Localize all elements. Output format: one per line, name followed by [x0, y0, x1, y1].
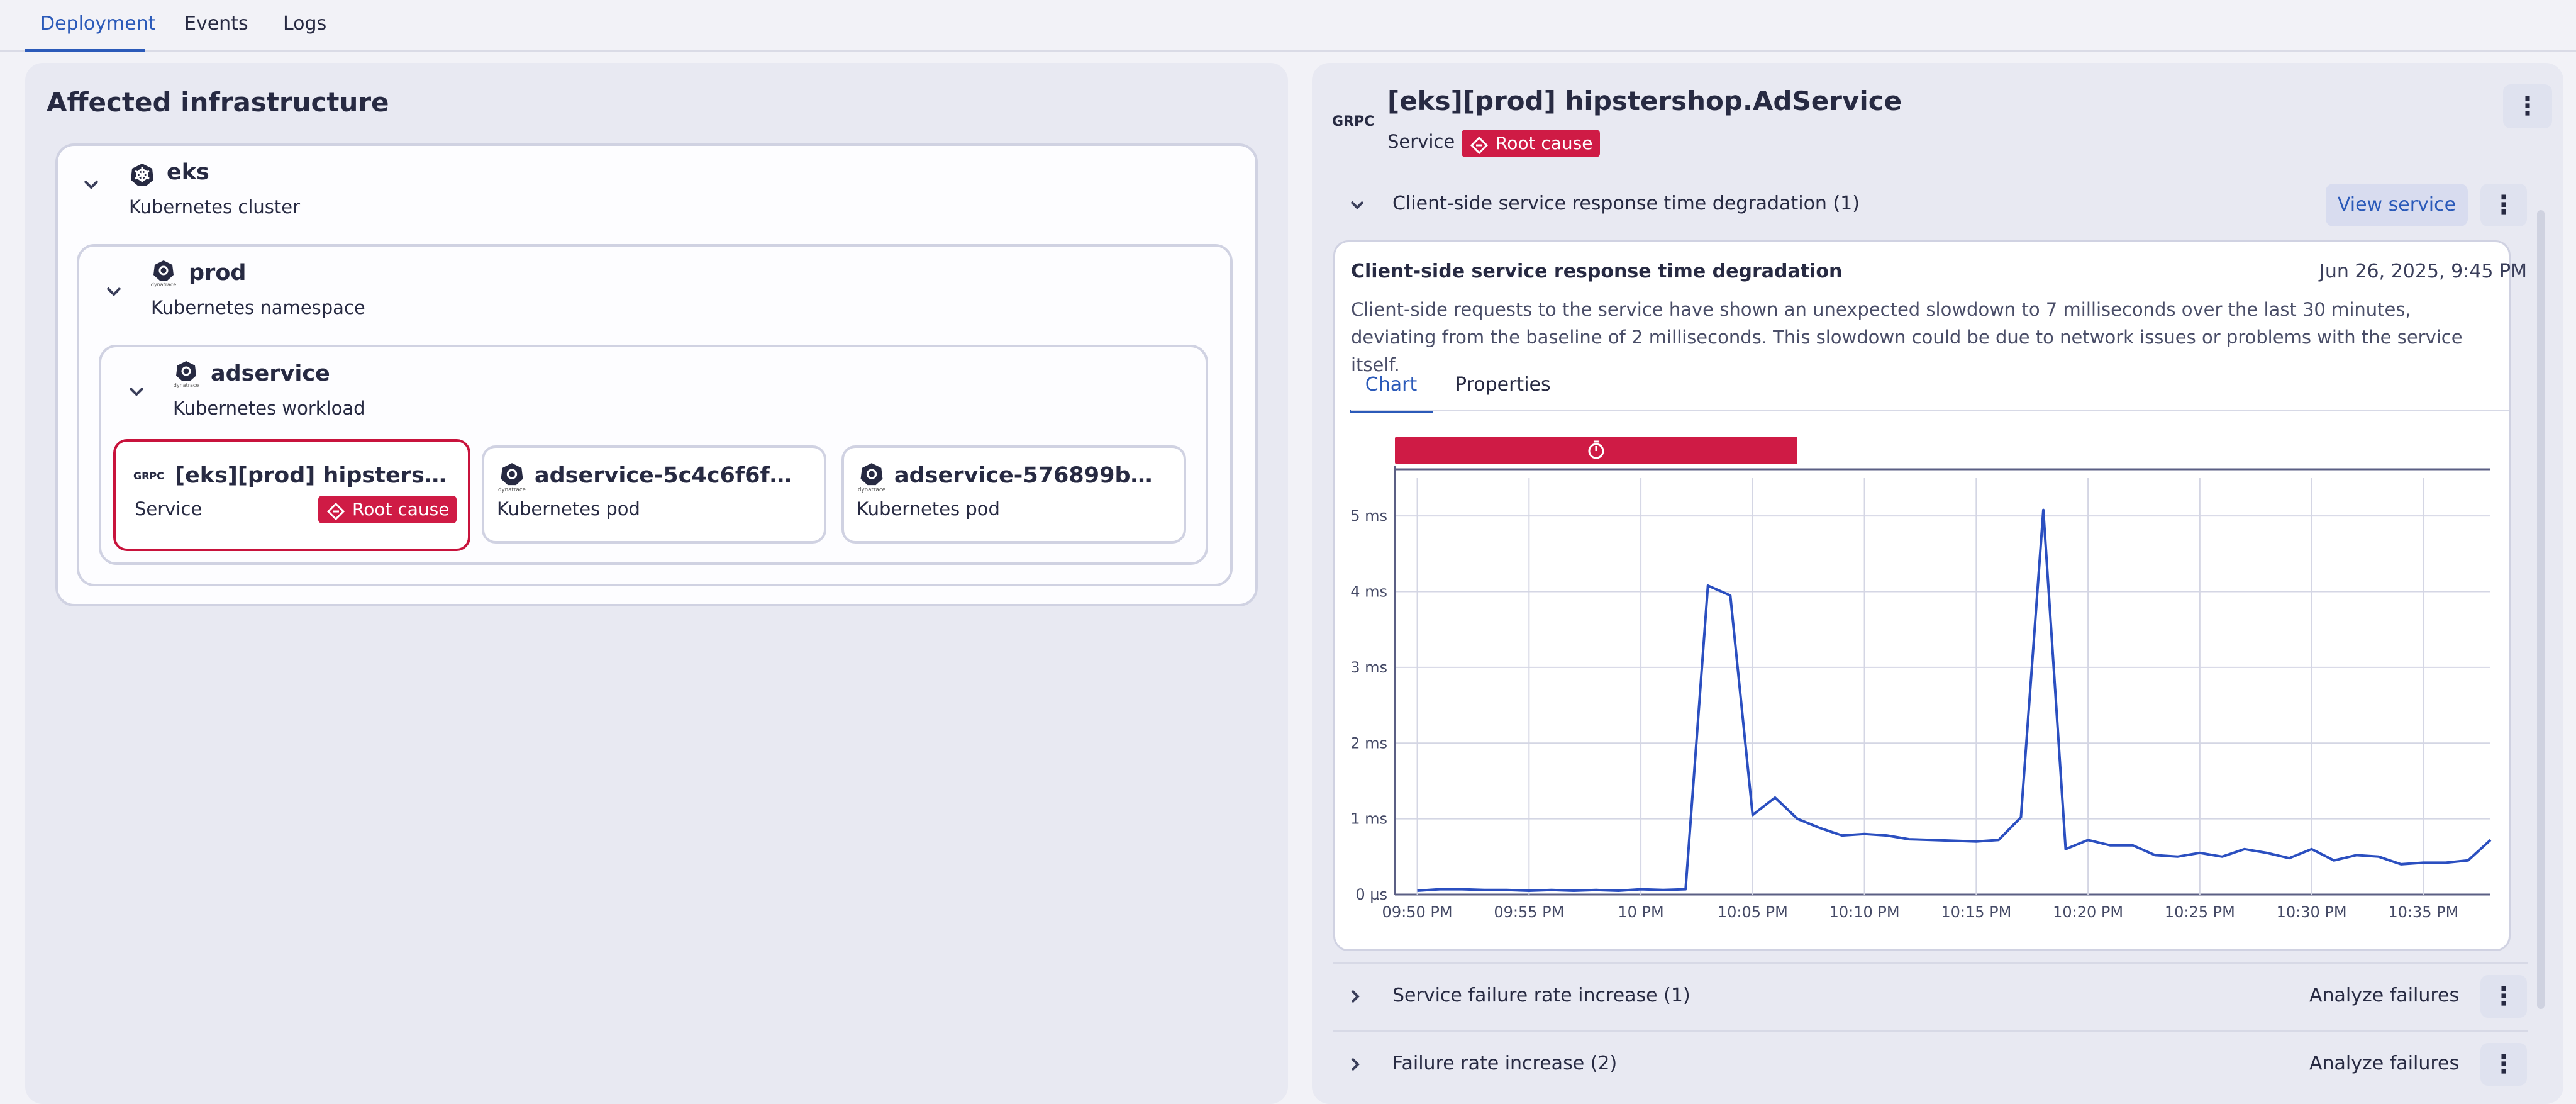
more-vertical-icon: ⋮: [2491, 191, 2516, 220]
x-tick-label: 10:10 PM: [1829, 903, 1900, 921]
more-vertical-icon: ⋮: [2491, 1050, 2516, 1079]
section2-title[interactable]: Service failure rate increase (1): [1392, 984, 1690, 1006]
workload-type: Kubernetes workload: [173, 398, 365, 419]
x-tick-label: 10:05 PM: [1718, 903, 1788, 921]
x-tick-label: 10:20 PM: [2053, 903, 2123, 921]
tab-events[interactable]: Events: [184, 0, 253, 49]
service-card-title: [eks][prod] hipstershop.AdService: [175, 463, 452, 488]
series-line: [1417, 508, 2492, 892]
root-cause-icon: [1470, 135, 1489, 162]
y-tick-label: 0 µs: [1355, 886, 1387, 903]
section2-chevron-right-icon[interactable]: [1351, 989, 1360, 1006]
pod-card[interactable]: dynatrace adservice-576899bbb7- Kubernet…: [841, 445, 1186, 544]
root-cause-badge: Root cause: [1462, 130, 1601, 157]
section1-chevron-down-icon[interactable]: [1350, 200, 1365, 212]
tab-events-label: Events: [184, 13, 248, 35]
pod-card-title: adservice-5c4c6f6f7-q8: [535, 463, 805, 488]
service-card[interactable]: GRPC [eks][prod] hipstershop.AdService S…: [113, 439, 470, 551]
section-divider: [1333, 962, 2528, 964]
icon-sublabel: dynatrace: [151, 282, 177, 287]
left-panel-title: Affected infrastructure: [47, 87, 389, 118]
grpc-icon-label: GRPC: [1332, 114, 1374, 130]
x-tick-label: 09:50 PM: [1382, 903, 1453, 921]
analyze-failures-button[interactable]: Analyze failures: [2309, 1052, 2459, 1074]
icon-sublabel: dynatrace: [174, 382, 199, 388]
scrollbar[interactable]: [2537, 210, 2545, 1009]
tab-deployment[interactable]: Deployment: [25, 0, 156, 52]
y-tick-label: 2 ms: [1350, 734, 1387, 752]
entity-type: Service: [1387, 131, 1455, 152]
detail-description: Client-side requests to the service have…: [1351, 299, 2463, 376]
icon-sublabel: dynatrace: [858, 487, 886, 493]
analyze-failures-button[interactable]: Analyze failures: [2309, 984, 2459, 1006]
root-cause-label: Root cause: [352, 499, 450, 520]
y-tick-label: 4 ms: [1350, 583, 1387, 601]
pod-card-type: Kubernetes pod: [857, 498, 1000, 520]
namespace-name: prod: [189, 260, 247, 286]
more-options-button[interactable]: ⋮: [2503, 84, 2552, 128]
cluster-name: eks: [167, 160, 209, 185]
detail-title: Client-side service response time degrad…: [1351, 260, 1843, 282]
kubernetes-icon: dynatrace: [858, 462, 886, 494]
tabs-divider: [1351, 410, 2509, 411]
workload-name: adservice: [211, 361, 330, 386]
service-card-type: Service: [135, 498, 203, 520]
y-tick-label: 5 ms: [1350, 507, 1387, 525]
grpc-icon: GRPC: [133, 468, 167, 487]
x-tick-label: 10:15 PM: [1941, 903, 2011, 921]
detail-timestamp: Jun 26, 2025, 9:45 PM: [2319, 260, 2527, 282]
root-cause-label: Root cause: [1496, 133, 1593, 153]
more-vertical-icon: ⋮: [2515, 92, 2540, 121]
y-tick-label: 1 ms: [1350, 810, 1387, 828]
section3-title[interactable]: Failure rate increase (2): [1392, 1052, 1617, 1074]
root-cause-badge: Root cause: [318, 496, 457, 523]
workload-chevron-down-icon[interactable]: [128, 386, 145, 399]
pod-card-title: adservice-576899bbb7-: [894, 463, 1165, 488]
tab-logs-label: Logs: [283, 13, 327, 35]
x-tick-label: 10:25 PM: [2165, 903, 2235, 921]
tab-logs[interactable]: Logs: [283, 0, 340, 49]
grpc-icon-label: GRPC: [133, 470, 164, 482]
more-vertical-icon: ⋮: [2491, 982, 2516, 1011]
x-tick-label: 10:30 PM: [2277, 903, 2347, 921]
tab-deployment-label: Deployment: [40, 13, 156, 35]
section2-more-button[interactable]: ⋮: [2480, 975, 2527, 1018]
icon-sublabel: dynatrace: [498, 487, 526, 493]
section-divider: [1333, 1030, 2528, 1032]
kubernetes-icon: dynatrace: [498, 462, 526, 494]
namespace-chevron-down-icon[interactable]: [106, 286, 122, 299]
cluster-type: Kubernetes cluster: [129, 196, 301, 218]
root-cause-icon: [326, 501, 345, 528]
response-time-chart: 0 µs 1 ms 2 ms 3 ms 4 ms 5 ms 09:50 PM 09:55 PM…: [1350, 437, 2492, 921]
kubernetes-icon: [130, 162, 155, 190]
pod-card-type: Kubernetes pod: [497, 498, 640, 520]
y-tick-label: 3 ms: [1350, 659, 1387, 676]
namespace-type: Kubernetes namespace: [151, 297, 365, 318]
x-tick-label: 10 PM: [1618, 903, 1663, 921]
x-tick-label: 10:35 PM: [2388, 903, 2458, 921]
view-service-button[interactable]: View service: [2326, 184, 2468, 226]
x-tick-label: 09:55 PM: [1494, 903, 1564, 921]
pod-card[interactable]: dynatrace adservice-5c4c6f6f7-q8 Kuberne…: [482, 445, 826, 544]
tab-bar: Deployment Events Logs: [0, 0, 2576, 52]
grpc-icon: GRPC: [1332, 112, 1376, 133]
section3-chevron-right-icon[interactable]: [1351, 1057, 1360, 1074]
tab-chart[interactable]: Chart: [1350, 367, 1433, 413]
section3-more-button[interactable]: ⋮: [2480, 1043, 2527, 1086]
right-panel-title: [eks][prod] hipstershop.AdService: [1387, 86, 1902, 116]
cluster-chevron-down-icon[interactable]: [83, 179, 99, 192]
dynatrace-kubernetes-icon: dynatrace: [174, 360, 199, 390]
section1-more-button[interactable]: ⋮: [2480, 184, 2527, 226]
tab-properties[interactable]: Properties: [1455, 367, 1551, 410]
dynatrace-kubernetes-icon: dynatrace: [151, 259, 176, 289]
section1-title[interactable]: Client-side service response time degrad…: [1392, 192, 1860, 215]
